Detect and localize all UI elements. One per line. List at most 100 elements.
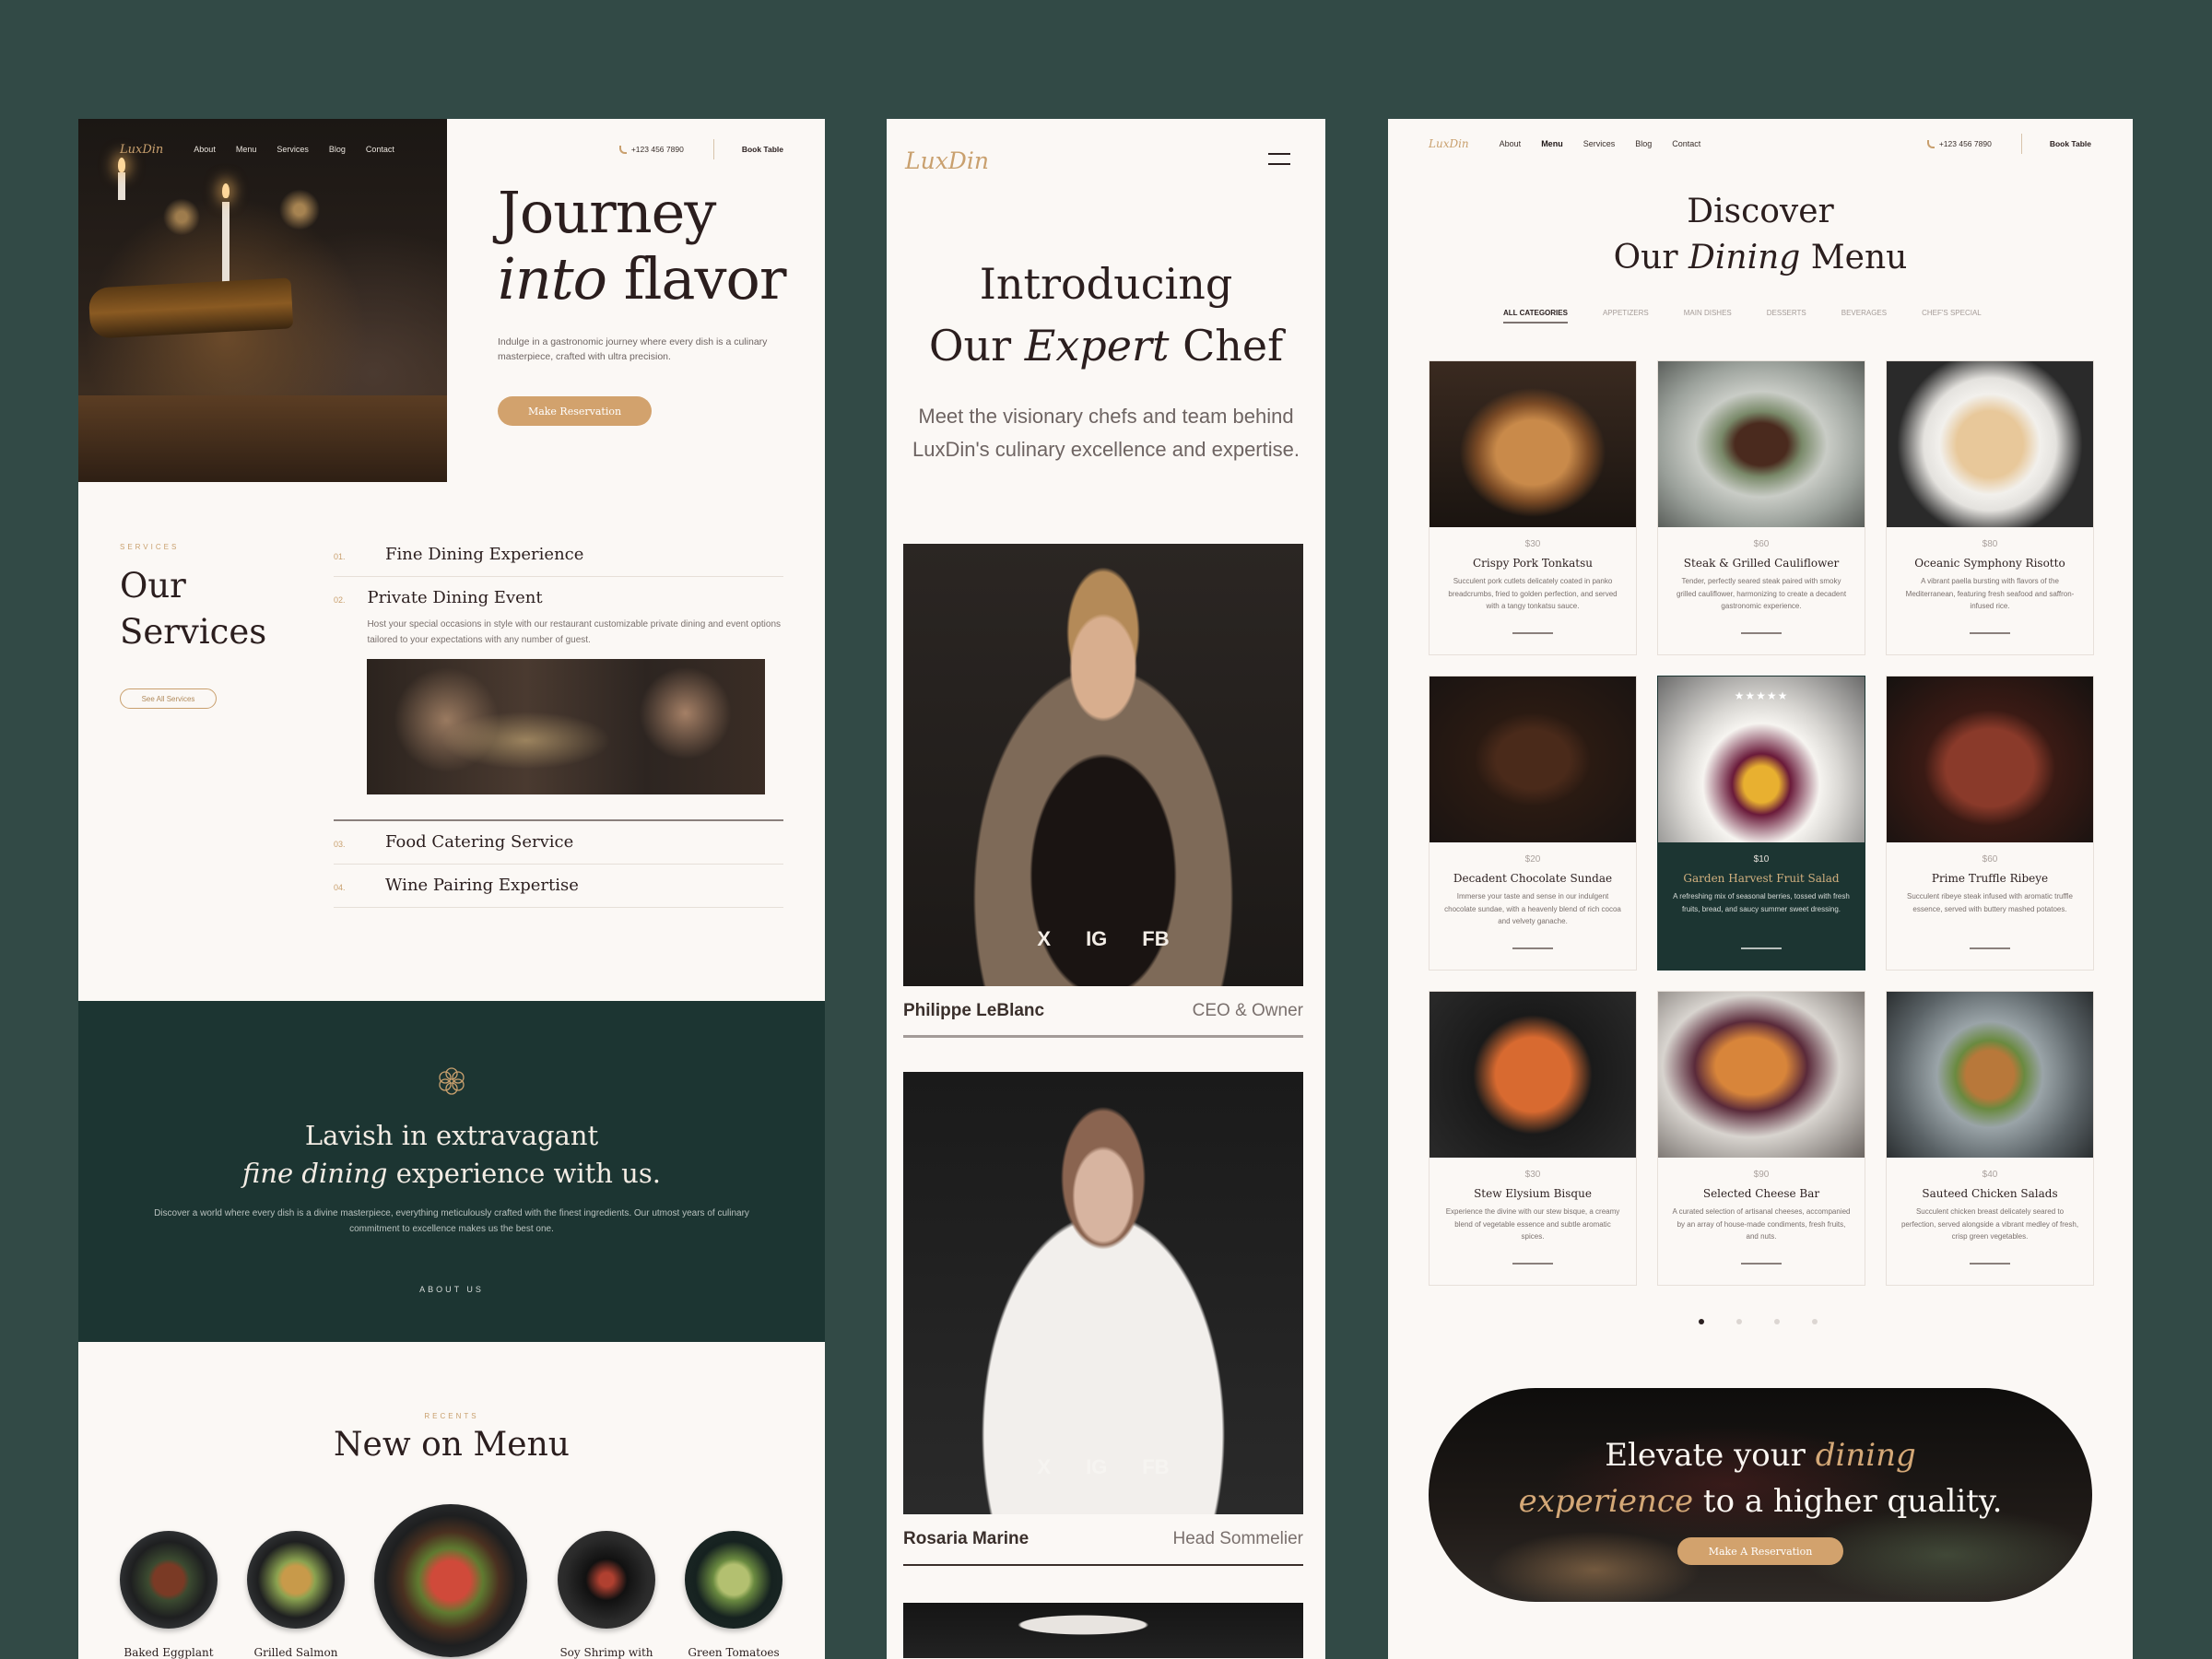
- service-item[interactable]: 04. Wine Pairing Expertise: [334, 865, 783, 908]
- menu-card[interactable]: $60 Steak & Grilled Cauliflower Tender, pe…: [1657, 360, 1865, 655]
- card-divider: [1970, 632, 2010, 634]
- nav-blog[interactable]: Blog: [1635, 139, 1652, 148]
- make-a-reservation-button[interactable]: Make A Reservation: [1677, 1537, 1843, 1565]
- menu-card[interactable]: $40 Sauteed Chicken Salads Succulent chick…: [1886, 991, 2094, 1286]
- dish-image-featured[interactable]: [374, 1504, 527, 1657]
- phone-link[interactable]: +123 456 7890: [1926, 139, 1992, 148]
- menu-title-post: Menu: [1810, 239, 1908, 276]
- make-reservation-button[interactable]: Make Reservation: [498, 396, 652, 426]
- tab-beverages[interactable]: BEVERAGES: [1841, 309, 1887, 324]
- hero-title-line1: Journey: [498, 179, 716, 246]
- tab-main-dishes[interactable]: MAIN DISHES: [1684, 309, 1732, 324]
- service-item[interactable]: 01. Fine Dining Experience: [334, 534, 783, 577]
- phone-icon: [618, 145, 627, 154]
- cta-heading: Elevate your dining experience to a high…: [1429, 1432, 2092, 1524]
- nav-menu[interactable]: Menu: [1541, 139, 1563, 148]
- x-social-link[interactable]: X: [1037, 1455, 1051, 1479]
- menu-card[interactable]: $80 Oceanic Symphony Risotto A vibrant pae…: [1886, 360, 2094, 655]
- nav-links: About Menu Services Blog Contact: [1500, 139, 1701, 148]
- lavish-body: Discover a world where every dish is a d…: [154, 1208, 749, 1234]
- tab-chefs-special[interactable]: CHEF'S SPECIAL: [1922, 309, 1982, 324]
- book-table-button[interactable]: Book Table: [2050, 139, 2091, 148]
- dish-description: Succulent pork cutlets delicately coated…: [1448, 577, 1618, 610]
- nav-services[interactable]: Services: [276, 145, 309, 154]
- chef-meta: Philippe LeBlanc CEO & Owner: [903, 986, 1303, 1038]
- nav-blog[interactable]: Blog: [329, 145, 346, 154]
- nav-actions: +123 456 7890 Book Table: [1926, 134, 2091, 154]
- about-us-link[interactable]: ABOUT US: [78, 1285, 825, 1294]
- nav-about[interactable]: About: [1500, 139, 1522, 148]
- dish-name: Prime Truffle Ribeye: [1931, 872, 2049, 885]
- phone-number: +123 456 7890: [630, 145, 684, 154]
- dish-image[interactable]: [558, 1531, 655, 1629]
- cta-post: to a higher quality.: [1702, 1483, 2003, 1520]
- pagination-dots: [1699, 1319, 1818, 1324]
- card-divider: [1741, 1263, 1782, 1265]
- menu-card[interactable]: $90 Selected Cheese Bar A curated selectio…: [1657, 991, 1865, 1286]
- wine-bottle: [88, 277, 294, 339]
- dish-price: $40: [1982, 1170, 1998, 1180]
- nav-links: About Menu Services Blog Contact: [194, 145, 394, 154]
- nav-about[interactable]: About: [194, 145, 216, 154]
- pagination-dot[interactable]: [1736, 1319, 1742, 1324]
- tab-all-categories[interactable]: ALL CATEGORIES: [1503, 309, 1568, 324]
- logo[interactable]: LuxDin: [1429, 137, 1469, 150]
- logo[interactable]: LuxDin: [905, 147, 989, 174]
- hero-title-rest: flavor: [623, 245, 787, 312]
- dish-name: Oceanic Symphony Risotto: [1914, 557, 2065, 570]
- x-social-link[interactable]: X: [1037, 927, 1051, 951]
- divider: [712, 139, 714, 159]
- instagram-social-link[interactable]: IG: [1086, 927, 1107, 951]
- dish-photo: [1658, 992, 1865, 1158]
- nav-actions: +123 456 7890 Book Table: [618, 139, 783, 159]
- reservation-cta-banner: Elevate your dining experience to a high…: [1429, 1388, 2092, 1602]
- menu-card[interactable]: $20 Decadent Chocolate Sundae Immerse your…: [1429, 676, 1637, 971]
- dish-image[interactable]: [685, 1531, 782, 1629]
- dish-name: Steak & Grilled Cauliflower: [1683, 557, 1840, 570]
- menu-card-featured[interactable]: ★★★★★ $10 Garden Harvest Fruit Salad A refr…: [1657, 676, 1865, 971]
- hamburger-menu-icon[interactable]: [1268, 153, 1290, 165]
- candle-flame: [222, 183, 229, 198]
- facebook-social-link[interactable]: FB: [1142, 927, 1169, 951]
- flower-emblem-icon: [436, 1065, 467, 1097]
- pagination-dot[interactable]: [1699, 1319, 1704, 1324]
- logo[interactable]: LuxDin: [120, 143, 163, 157]
- menu-page-panel: LuxDin About Menu Services Blog Contact …: [1388, 119, 2133, 1659]
- services-eyebrow: SERVICES: [120, 543, 180, 551]
- cta-italic1: dining: [1815, 1437, 1916, 1474]
- menu-card[interactable]: $30 Crispy Pork Tonkatsu Succulent pork cu…: [1429, 360, 1637, 655]
- book-table-button[interactable]: Book Table: [742, 145, 783, 154]
- chef-card: [903, 1603, 1303, 1658]
- hero-title-italic: into: [498, 245, 607, 312]
- service-item[interactable]: 03. Food Catering Service: [334, 821, 783, 865]
- nav-services[interactable]: Services: [1583, 139, 1616, 148]
- menu-card[interactable]: $30 Stew Elysium Bisque Experience the div…: [1429, 991, 1637, 1286]
- dish-image[interactable]: [247, 1531, 345, 1629]
- phone-link[interactable]: +123 456 7890: [618, 145, 684, 154]
- card-divider: [1512, 1263, 1553, 1265]
- chef-card: X IG FB Philippe LeBlanc CEO & Owner: [903, 544, 1303, 1038]
- pagination-dot[interactable]: [1774, 1319, 1780, 1324]
- nav-contact[interactable]: Contact: [366, 145, 394, 154]
- dish-description: Experience the divine with our stew bisq…: [1445, 1207, 1620, 1241]
- dish-price: $60: [1982, 854, 1998, 865]
- menu-card[interactable]: $60 Prime Truffle Ribeye Succulent ribeye …: [1886, 676, 2094, 971]
- phone-number: +123 456 7890: [1938, 139, 1992, 148]
- divider: [2020, 134, 2022, 154]
- card-divider: [1512, 632, 1553, 634]
- dish-image[interactable]: [120, 1531, 218, 1629]
- see-all-services-button[interactable]: See All Services: [120, 688, 217, 709]
- nav-menu[interactable]: Menu: [236, 145, 257, 154]
- instagram-social-link[interactable]: IG: [1086, 1455, 1107, 1479]
- lavish-section: Lavish in extravagant fine dining experi…: [78, 1001, 825, 1342]
- dish-name: Selected Cheese Bar: [1702, 1187, 1820, 1200]
- services-title: Our Services: [120, 563, 266, 655]
- service-item-expanded[interactable]: 02. Private Dining Event Host your speci…: [334, 577, 783, 821]
- pagination-dot[interactable]: [1812, 1319, 1818, 1324]
- nav-contact[interactable]: Contact: [1672, 139, 1700, 148]
- tab-desserts[interactable]: DESSERTS: [1767, 309, 1806, 324]
- tab-appetizers[interactable]: APPETIZERS: [1603, 309, 1649, 324]
- hero-subtitle: Indulge in a gastronomic journey where e…: [498, 336, 768, 362]
- dish-price: $30: [1524, 1170, 1541, 1180]
- facebook-social-link[interactable]: FB: [1142, 1455, 1169, 1479]
